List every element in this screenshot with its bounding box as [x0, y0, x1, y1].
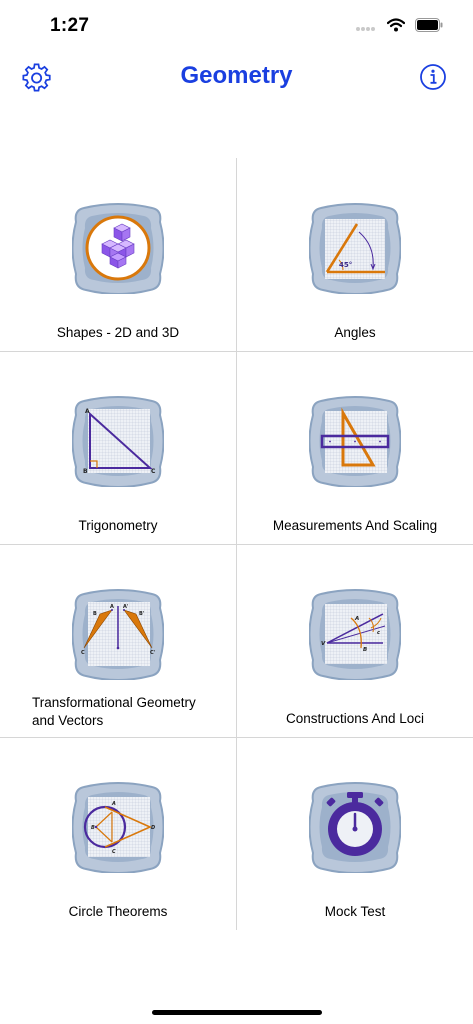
topic-transformations[interactable]: B A A' B' C C' Transformational Geometry… [0, 544, 236, 737]
circle-theorem-icon: A B C D [71, 781, 165, 874]
topic-label: Trigonometry [78, 518, 158, 533]
vertex-label: A [111, 801, 116, 807]
topic-angles[interactable]: 45° Angles [237, 158, 473, 351]
vertex-label: C [112, 849, 116, 855]
signal-icon [355, 18, 377, 37]
status-bar: 1:27 [0, 0, 473, 50]
vertex-label: A' [123, 604, 129, 610]
shapes-3d-icon [71, 202, 165, 295]
topic-grid: Shapes - 2D and 3D 45° Angles A B C Trig… [0, 158, 473, 930]
vertex-label: B [91, 825, 95, 831]
angle-value-text: 45° [339, 261, 352, 269]
vertex-label: A [110, 604, 114, 610]
status-time: 1:27 [50, 15, 90, 36]
topic-trigonometry[interactable]: A B C Trigonometry [0, 351, 236, 544]
vertex-label: B' [139, 611, 145, 617]
vertex-label: C [81, 650, 85, 656]
stopwatch-icon [308, 781, 402, 874]
topic-shapes[interactable]: Shapes - 2D and 3D [0, 158, 236, 351]
vertex-label: B [363, 647, 367, 653]
topic-mock-test[interactable]: Mock Test [237, 737, 473, 930]
reflection-icon: B A A' B' C C' [71, 588, 165, 681]
topic-measurements[interactable]: Measurements And Scaling [237, 351, 473, 544]
vertex-label: C [151, 468, 156, 475]
topic-label: Constructions And Loci [285, 711, 425, 726]
vertex-label: A [354, 616, 359, 622]
construction-icon: A V B c [308, 588, 402, 681]
topic-constructions[interactable]: A V B c Constructions And Loci [237, 544, 473, 737]
navigation-bar: Geometry [0, 52, 473, 104]
topic-label: Mock Test [324, 904, 386, 919]
info-icon [419, 64, 447, 95]
home-indicator[interactable] [152, 1010, 322, 1015]
vertex-label: B [83, 468, 88, 475]
vertex-label: c [377, 630, 380, 636]
topic-label: Transformational Geometry and Vectors [32, 695, 196, 728]
topic-label: Shapes - 2D and 3D [56, 325, 180, 340]
topic-circle-theorems[interactable]: A B C D Circle Theorems [0, 737, 236, 930]
vertex-label: C' [150, 650, 156, 656]
angle-icon: 45° [308, 202, 402, 295]
vertex-label: A [85, 408, 90, 415]
vertex-label: V [321, 641, 326, 647]
right-triangle-icon: A B C [71, 395, 165, 488]
wifi-icon [386, 18, 406, 37]
vertex-label: D [151, 825, 155, 831]
page-title: Geometry [180, 62, 293, 89]
battery-icon [415, 18, 443, 37]
status-indicators [355, 18, 443, 37]
topic-label: Angles [334, 325, 376, 340]
topic-label: Measurements And Scaling [272, 518, 438, 533]
vertex-label: B [93, 611, 97, 617]
ruler-set-square-icon [308, 395, 402, 488]
topic-label: Circle Theorems [68, 904, 168, 919]
info-button[interactable] [419, 63, 449, 93]
